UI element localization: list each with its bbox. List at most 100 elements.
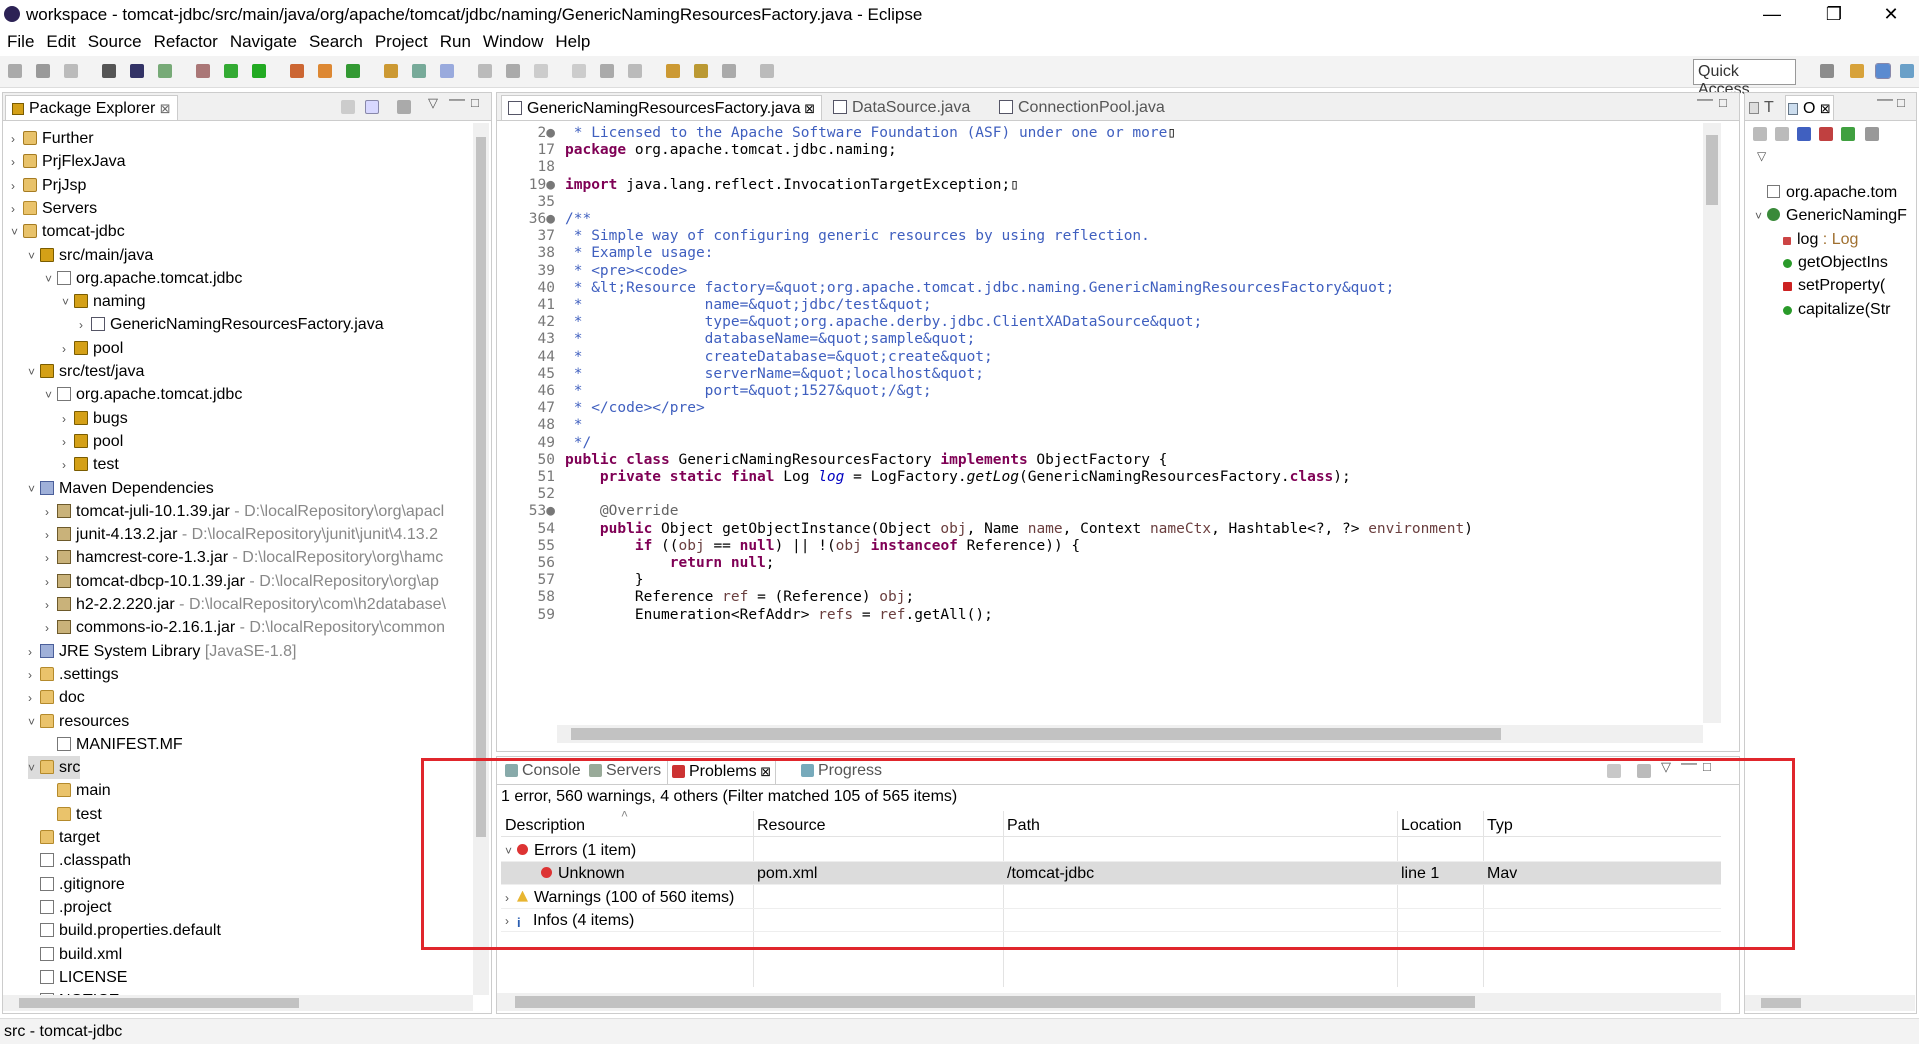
editor-scroll-thumb[interactable] [1706,135,1718,205]
code-line[interactable]: private static final Log log = LogFactor… [565,469,1351,485]
code-line[interactable]: */ [565,435,591,451]
editor-tab[interactable]: GenericNamingResourcesFactory.java ⊠ [501,95,823,120]
tree-item[interactable]: › pool [62,337,123,360]
java-perspective-icon[interactable] [1875,63,1891,79]
code-editor[interactable]: 2● * Licensed to the Apache Software Fou… [507,123,1697,723]
tree-hscroll-thumb[interactable] [19,998,299,1008]
code-line[interactable]: /** [565,211,591,227]
tree-item[interactable]: › JRE System Library [JavaSE-1.8] [28,640,296,663]
chevron-down-icon[interactable]: ˅ [45,384,57,407]
chevron-down-icon[interactable]: ˅ [28,711,40,734]
editor-tab[interactable]: DataSource.java [827,95,976,120]
code-line[interactable]: * databaseName=&quot;sample&quot; [565,331,976,347]
menu-navigate[interactable]: Navigate [223,30,302,52]
code-line[interactable]: if ((obj == null) || !(obj instanceof Re… [565,538,1080,554]
code-line[interactable]: * Example usage: [565,245,714,261]
code-line[interactable]: * port=&quot;1527&quot;/&gt; [565,383,932,399]
menu-help[interactable]: Help [548,30,595,52]
tree-item[interactable]: target [28,826,100,849]
save-all-icon[interactable] [64,64,78,78]
tree-scroll-thumb[interactable] [476,137,486,837]
tree-item[interactable]: › PrjFlexJava [11,150,126,173]
menu-refactor[interactable]: Refactor [147,30,223,52]
editor-vertical-scrollbar[interactable] [1703,123,1721,723]
debug-perspective-icon[interactable] [1900,64,1914,78]
tree-item[interactable]: › doc [28,686,85,709]
tree-item[interactable]: › GenericNamingResourcesFactory.java [79,313,384,336]
tree-item[interactable]: main [45,779,111,802]
tree-horizontal-scrollbar[interactable] [3,995,473,1011]
editor-horizontal-scrollbar[interactable] [557,725,1703,743]
chevron-down-icon[interactable]: ˅ [28,478,40,501]
java-ee-perspective-icon[interactable] [1850,64,1864,78]
open-type-icon[interactable] [412,64,426,78]
tree-item[interactable]: › commons-io-2.16.1.jar - D:\localReposit… [45,616,445,639]
search-icon[interactable] [440,64,454,78]
chevron-down-icon[interactable]: ˅ [62,291,74,314]
tree-item[interactable]: MANIFEST.MF [45,733,183,756]
link-editor-icon[interactable] [365,100,379,114]
outline-hscroll-thumb[interactable] [1761,998,1801,1008]
skip-breakpoints-icon[interactable] [158,64,172,78]
tree-item[interactable]: ˅ org.apache.tomcat.jdbc [45,267,242,290]
close-button[interactable]: ✕ [1864,0,1918,30]
close-tab-icon[interactable]: ⊠ [160,101,171,116]
tree-item[interactable]: .gitignore [28,873,125,896]
next-annotation-icon[interactable] [534,64,548,78]
console-icon[interactable] [102,64,116,78]
maximize-button[interactable]: ❐ [1807,0,1861,30]
tree-item[interactable]: › Further [11,127,94,150]
chevron-right-icon[interactable]: › [45,524,57,547]
new-server-icon[interactable] [318,64,332,78]
tree-item[interactable]: build.xml [28,943,122,966]
chevron-right-icon[interactable]: › [45,571,57,594]
code-line[interactable]: return null; [565,555,775,571]
mark-icon[interactable] [506,64,520,78]
code-line[interactable]: * serverName=&quot;localhost&quot; [565,366,984,382]
tree-item[interactable]: ˅ src/main/java [28,244,153,267]
tree-item[interactable]: › Servers [11,197,97,220]
maximize-editor-icon[interactable]: □ [1719,95,1727,110]
tab-package-explorer[interactable]: Package Explorer ⊠ [5,95,178,120]
outline-item[interactable]: getObjectIns [1783,251,1888,274]
outline-item[interactable]: setProperty( [1783,274,1885,297]
minimize-button[interactable]: — [1745,0,1799,30]
tree-item[interactable]: › hamcrest-core-1.3.jar - D:\localReposit… [45,546,443,569]
code-line[interactable]: Enumeration<RefAddr> refs = ref.getAll()… [565,607,993,623]
chevron-right-icon[interactable]: › [11,175,23,198]
chevron-right-icon[interactable]: › [11,198,23,221]
tree-item[interactable]: LICENSE [28,966,127,989]
minimize-view-icon[interactable]: — [449,91,465,109]
tree-item[interactable]: › PrjJsp [11,174,86,197]
misc-icon[interactable] [760,64,774,78]
tab-outline[interactable]: O ⊠ [1785,95,1834,120]
menu-file[interactable]: File [0,30,39,52]
hide-nonpublic-icon[interactable] [1841,127,1855,141]
close-tab-icon[interactable]: ⊠ [801,101,815,116]
code-line[interactable]: * createDatabase=&quot;create&quot; [565,349,993,365]
chevron-down-icon[interactable]: ˅ [45,268,57,291]
print-icon[interactable] [130,64,144,78]
tree-item[interactable]: › junit-4.13.2.jar - D:\localRepository\j… [45,523,438,546]
code-line[interactable]: * Licensed to the Apache Software Founda… [565,125,1176,141]
tree-item[interactable]: test [45,803,102,826]
code-line[interactable]: * name=&quot;jdbc/test&quot; [565,297,932,313]
hide-fields-icon[interactable] [1797,127,1811,141]
chevron-right-icon[interactable]: › [45,547,57,570]
editor-tab[interactable]: ConnectionPool.java [993,95,1171,120]
chevron-down-icon[interactable]: ˅ [11,221,23,244]
sort-icon[interactable] [1753,127,1767,141]
new-icon[interactable] [8,64,22,78]
run-icon[interactable] [224,64,238,78]
code-line[interactable]: import java.lang.reflect.InvocationTarge… [565,177,1019,193]
collapse-all-icon[interactable] [341,100,355,114]
save-icon[interactable] [36,64,50,78]
code-line[interactable]: * &lt;Resource factory=&quot;org.apache.… [565,280,1395,296]
minimize-editor-icon[interactable]: — [1697,91,1713,109]
maximize-view-icon[interactable]: □ [471,95,479,110]
code-line[interactable]: public Object getObjectInstance(Object o… [565,521,1473,537]
tree-item[interactable]: build.properties.default [28,919,221,942]
menu-edit[interactable]: Edit [39,30,80,52]
problems-hscroll-thumb[interactable] [515,996,1475,1008]
tree-item[interactable]: › .settings [28,663,119,686]
